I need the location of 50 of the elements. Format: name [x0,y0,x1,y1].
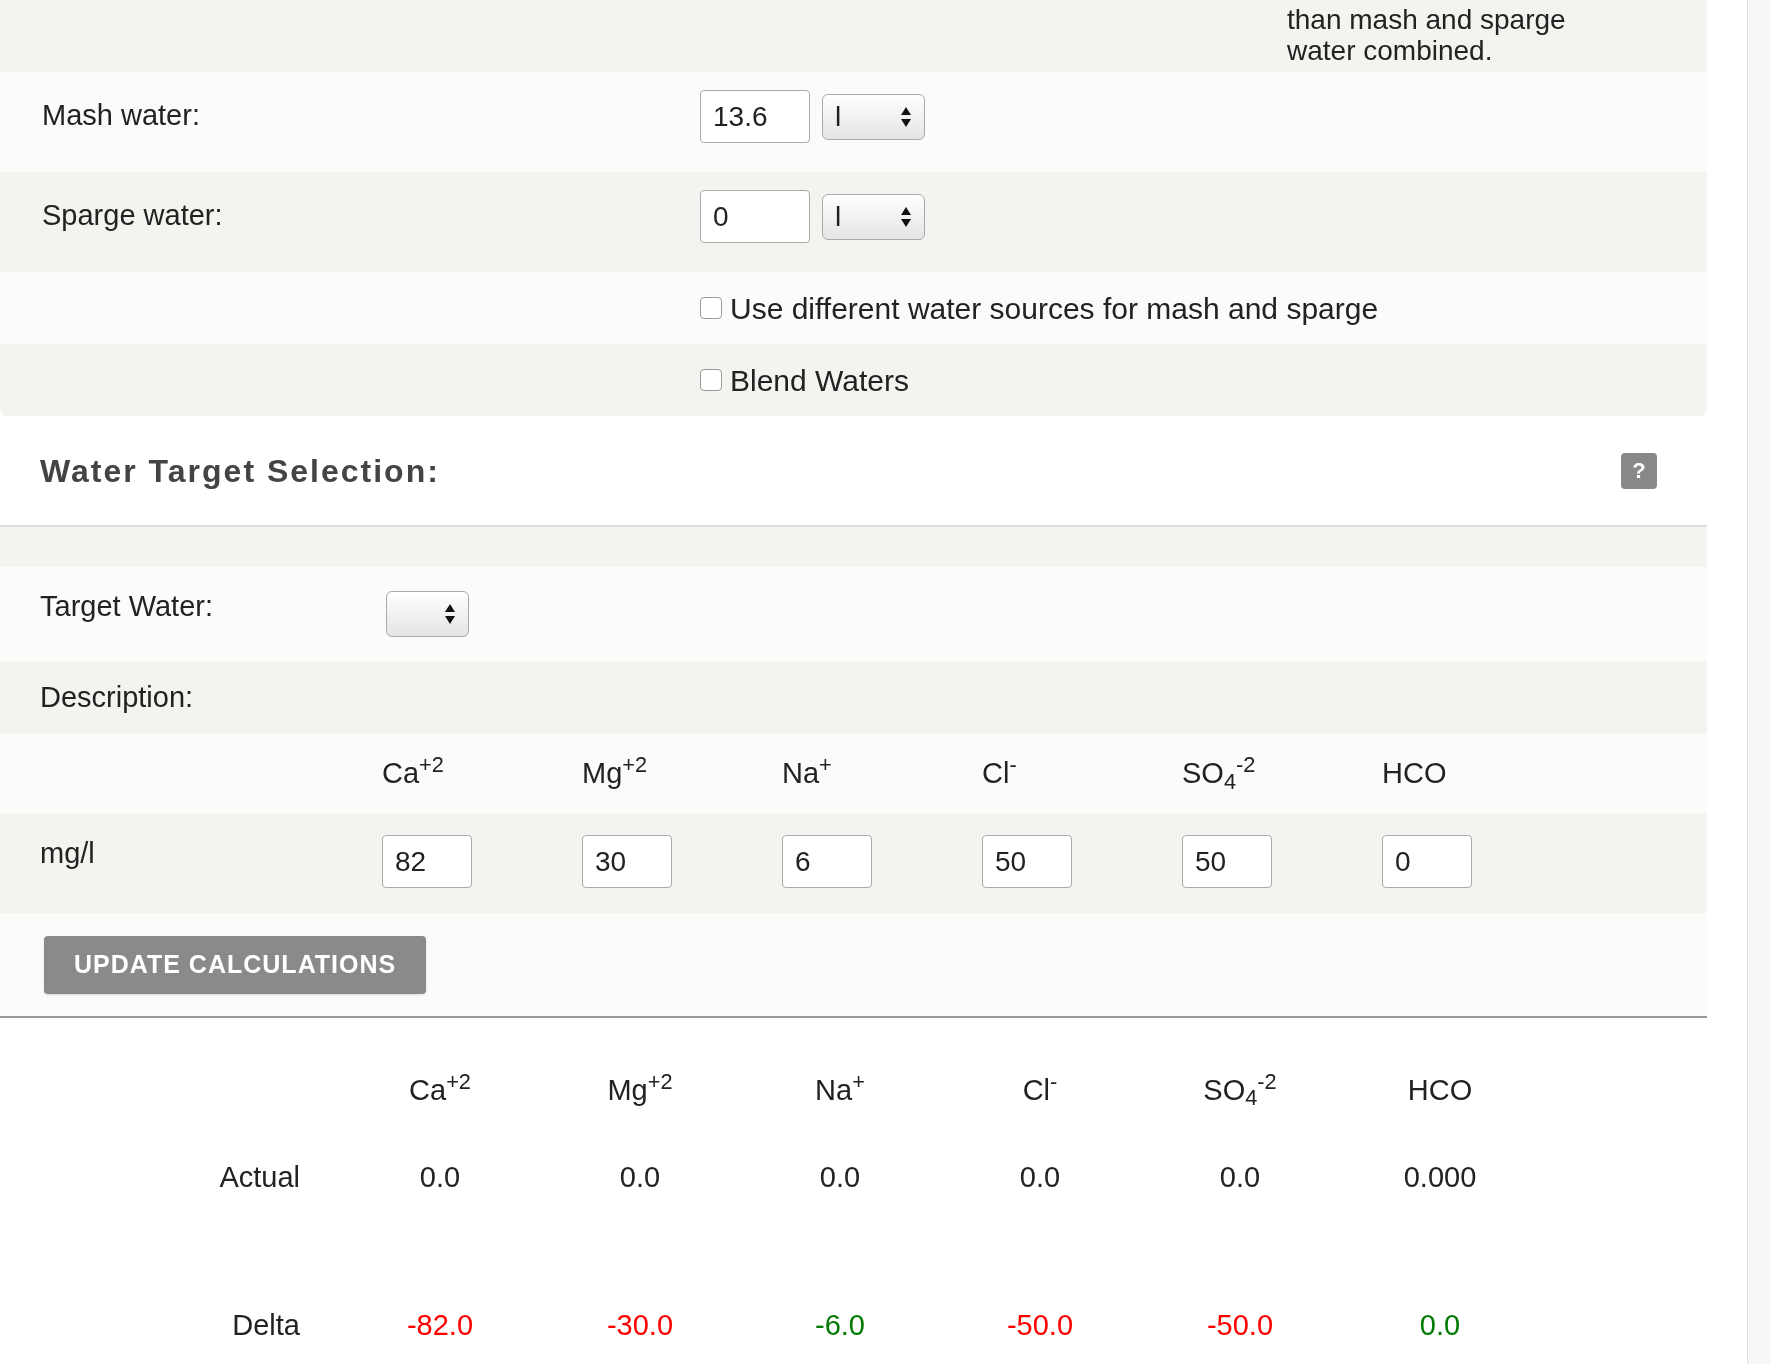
ion-input[interactable]: 0 [1382,835,1472,888]
ion-header: Mg$^{+2}$ [607,1068,673,1108]
row-label: Actual [219,1160,300,1196]
result-value: 0.000 [1403,1160,1477,1196]
ion-header: Ca$^{+2}$ [382,757,444,790]
checkbox[interactable] [700,369,722,391]
ion-input[interactable]: 6 [782,835,872,888]
result-value: 0.0 [619,1160,661,1196]
result-value: -6.0 [815,1308,865,1344]
unit-select[interactable]: l [822,93,925,140]
row-label: Delta [232,1308,300,1344]
note-text: than mash and sparge water combined. [1287,4,1567,66]
unit-select[interactable] [386,591,469,637]
checkbox-label: Use different water sources for mash and sparge [730,290,1379,327]
unit-select[interactable]: l [822,193,925,240]
ion-header: Cl$^{-}$ [1022,1068,1058,1108]
ion-input[interactable]: 82 [382,835,472,888]
ion-input[interactable]: 30 [582,835,672,888]
result-value: -82.0 [406,1308,474,1344]
checkbox-label: Blend Waters [730,362,909,399]
field-label: Description: [40,680,194,716]
field-label: Sparge water: [41,198,224,233]
result-value: -30.0 [606,1308,674,1344]
ion-header: Ca$^{+2}$ [409,1068,471,1108]
up-down-arrows-icon [900,205,912,228]
result-value: -50.0 [1206,1308,1274,1344]
ion-input[interactable]: 50 [982,835,1072,888]
field-label: Mash water: [41,98,201,133]
result-value: -50.0 [1006,1308,1074,1344]
section-title: Water Target Selection: [40,451,440,491]
ion-header: HCO [1382,757,1447,790]
amount-input[interactable]: 13.6 [700,90,810,143]
ion-input[interactable]: 50 [1182,835,1272,888]
up-down-arrows-icon [444,603,456,625]
result-value: 0.0 [1219,1160,1261,1196]
help-button[interactable]: ? [1621,452,1657,489]
ion-header: Na$^{+}$ [782,757,832,790]
field-label: Target Water: [39,589,214,624]
result-value: 0.0 [1019,1160,1061,1196]
unit-label: mg/l [39,836,96,871]
result-value: 0.0 [819,1160,861,1196]
result-value: 0.0 [419,1160,461,1196]
result-value: 0.0 [1419,1308,1461,1344]
ion-header: Cl$^{-}$ [982,757,1017,790]
checkbox[interactable] [700,297,722,319]
amount-input[interactable]: 0 [700,190,810,243]
up-down-arrows-icon [900,105,912,128]
ion-header: Na$^{+}$ [815,1068,865,1108]
ion-header: HCO [1407,1072,1473,1108]
ion-header: Mg$^{+2}$ [582,757,648,790]
